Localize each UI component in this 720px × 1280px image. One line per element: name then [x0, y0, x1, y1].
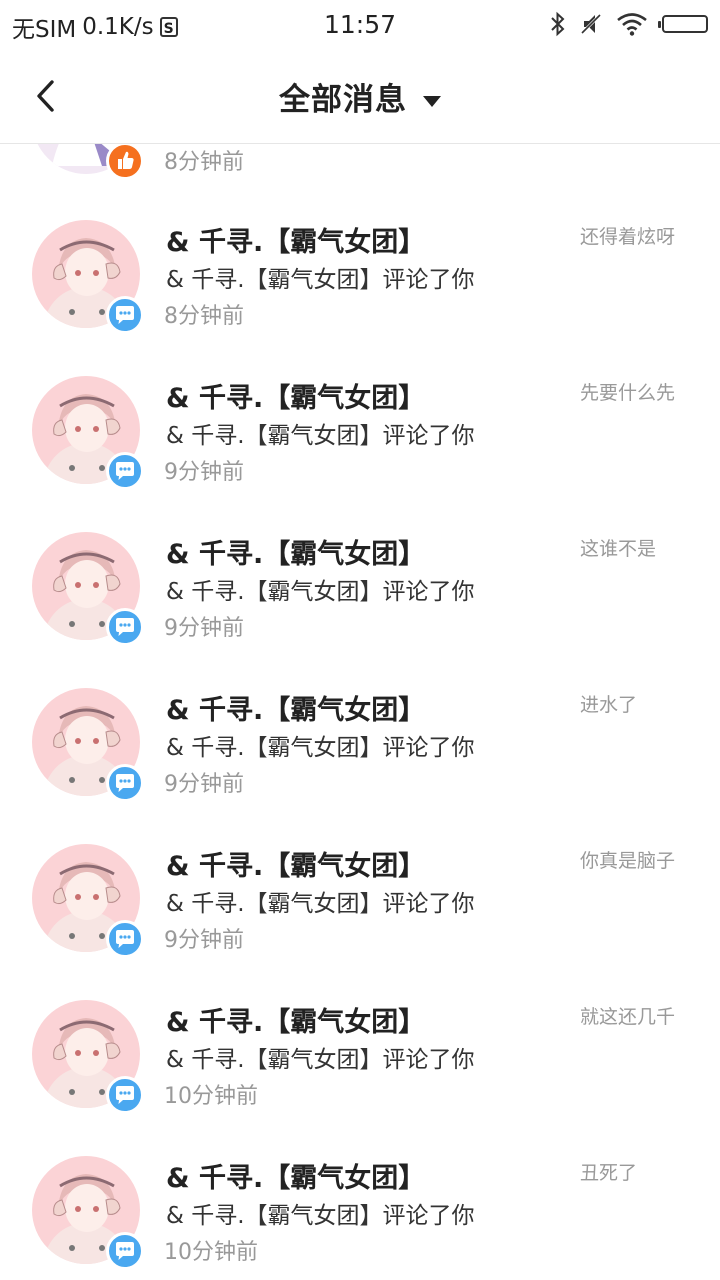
comment-badge: [106, 452, 144, 490]
comment-badge: [106, 296, 144, 334]
caret-down-icon: [423, 96, 441, 107]
battery-icon: [658, 15, 708, 33]
list-item[interactable]: & 千寻.【霸气女团】 & 千寻.【霸气女团】评论了你 10分钟前 丑死了: [0, 1156, 720, 1280]
message-action: & 千寻.【霸气女团】评论了你: [166, 891, 475, 917]
comment-snippet: 先要什么先: [580, 382, 676, 404]
message-time: 8分钟前: [164, 150, 244, 175]
message-time: 9分钟前: [164, 616, 244, 641]
sender-name[interactable]: & 千寻.【霸气女团】: [166, 220, 425, 259]
comment-snippet: 进水了: [580, 694, 638, 716]
thumbs-up-icon: [118, 151, 134, 169]
message-action: & 千寻.【霸气女团】评论了你: [166, 1047, 475, 1073]
comment-icon: [116, 1242, 134, 1260]
message-time: 9分钟前: [164, 460, 244, 485]
sender-name[interactable]: & 千寻.【霸气女团】: [166, 1000, 425, 1039]
message-action: & 千寻.【霸气女团】评论了你: [166, 735, 475, 761]
status-right: [550, 11, 708, 37]
message-time: 8分钟前: [164, 304, 244, 329]
status-bar: 无SIM 0.1K/s S 11:57: [0, 0, 720, 50]
comment-badge: [106, 608, 144, 646]
message-action: & 千寻.【霸气女团】评论了你: [166, 1203, 475, 1229]
message-action: & 千寻.【霸气女团】评论了你: [166, 423, 475, 449]
comment-icon: [116, 618, 134, 636]
message-action: & 千寻.【霸气女团】评论了你: [166, 267, 475, 293]
list-item[interactable]: & 千寻.【霸气女团】 & 千寻.【霸气女团】评论了你 8分钟前 还得着炫呀: [0, 220, 720, 376]
sender-name[interactable]: & 千寻.【霸气女团】: [166, 844, 425, 883]
comment-icon: [116, 774, 134, 792]
comment-icon: [116, 462, 134, 480]
message-time: 9分钟前: [164, 928, 244, 953]
comment-badge: [106, 764, 144, 802]
comment-snippet: 你真是脑子: [580, 850, 676, 872]
bluetooth-icon: [551, 11, 565, 37]
sender-name[interactable]: & 千寻.【霸气女团】: [166, 532, 425, 571]
sender-name[interactable]: & 千寻.【霸气女团】: [166, 688, 425, 727]
list-item-partial[interactable]: 8分钟前: [0, 144, 720, 222]
header: 全部消息: [0, 50, 720, 144]
mute-icon: [580, 13, 602, 35]
filter-dropdown[interactable]: 全部消息: [0, 74, 720, 119]
list-item[interactable]: & 千寻.【霸气女团】 & 千寻.【霸气女团】评论了你 9分钟前 先要什么先: [0, 376, 720, 532]
list-item[interactable]: & 千寻.【霸气女团】 & 千寻.【霸气女团】评论了你 9分钟前 你真是脑子: [0, 844, 720, 1000]
comment-snippet: 就这还几千: [580, 1006, 676, 1028]
comment-badge: [106, 1232, 144, 1270]
message-time: 10分钟前: [164, 1084, 258, 1109]
comment-snippet: 这谁不是: [580, 538, 657, 560]
comment-snippet: 还得着炫呀: [580, 226, 676, 248]
message-action: & 千寻.【霸气女团】评论了你: [166, 579, 475, 605]
comment-icon: [116, 1086, 134, 1104]
comment-badge: [106, 1076, 144, 1114]
message-time: 9分钟前: [164, 772, 244, 797]
wifi-icon: [617, 13, 647, 36]
comment-badge: [106, 920, 144, 958]
sender-name[interactable]: & 千寻.【霸气女团】: [166, 376, 425, 415]
list-item[interactable]: & 千寻.【霸气女团】 & 千寻.【霸气女团】评论了你 9分钟前 进水了: [0, 688, 720, 844]
comment-icon: [116, 306, 134, 324]
comment-snippet: 丑死了: [580, 1162, 638, 1184]
sender-name[interactable]: & 千寻.【霸气女团】: [166, 1156, 425, 1195]
like-badge: [106, 144, 144, 180]
page-title: 全部消息: [279, 82, 407, 118]
message-time: 10分钟前: [164, 1240, 258, 1265]
comment-icon: [116, 930, 134, 948]
list-item[interactable]: & 千寻.【霸气女团】 & 千寻.【霸气女团】评论了你 9分钟前 这谁不是: [0, 532, 720, 688]
message-list[interactable]: 8分钟前 & 千寻.【霸气女团】 & 千寻.【霸气女团】评论了你 8分钟前 还得…: [0, 144, 720, 1280]
list-item[interactable]: & 千寻.【霸气女团】 & 千寻.【霸气女团】评论了你 10分钟前 就这还几千: [0, 1000, 720, 1156]
